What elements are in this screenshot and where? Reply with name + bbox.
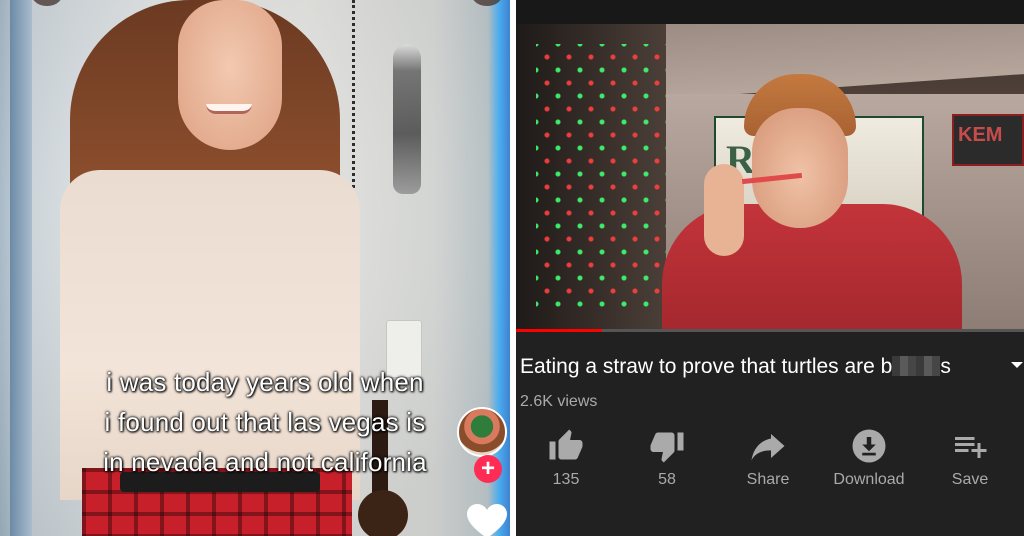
video-title-text-end: s [940, 355, 951, 378]
video-caption: i was today years old when i found out t… [50, 362, 480, 482]
sign-lettering: KEM [958, 124, 1003, 146]
caption-line: i was today years old when [106, 367, 424, 397]
heart-icon[interactable] [466, 504, 508, 536]
person-face [752, 108, 848, 228]
caption-line: in nevada and not california [103, 447, 427, 477]
dislike-count: 58 [658, 471, 676, 488]
action-bar: 135 58 Share Download Save [516, 428, 1024, 498]
youtube-panel: RS KEM Eating a straw to prove that turt… [516, 0, 1024, 536]
wall-sign: KEM [952, 114, 1024, 166]
save-icon [955, 437, 987, 458]
share-icon [751, 434, 785, 461]
share-label: Share [746, 471, 790, 488]
view-count: 2.6K views [520, 393, 598, 410]
person-smile [206, 104, 252, 114]
person-face [178, 0, 282, 150]
video-title: Eating a straw to prove that turtles are… [520, 352, 1000, 382]
person-hand [704, 164, 744, 256]
string-lights [536, 44, 666, 314]
thumbs-up-icon [549, 429, 583, 460]
hanging-vine [352, 0, 362, 200]
door-edge [10, 0, 32, 536]
download-icon [852, 429, 886, 463]
caption-line: i found out that las vegas is [104, 407, 426, 437]
video-player[interactable]: RS KEM [516, 24, 1024, 330]
download-label: Download [833, 471, 905, 488]
tiktok-video-panel[interactable]: i was today years old when i found out t… [0, 0, 510, 536]
top-bar [516, 0, 1024, 24]
thumbs-down-icon [650, 432, 684, 463]
save-label: Save [951, 471, 989, 488]
hanging-skeleton-decoration [393, 44, 421, 194]
follow-button[interactable]: + [474, 455, 502, 483]
video-progress-fill [516, 329, 603, 332]
download-button[interactable]: Download [819, 428, 919, 498]
video-progress-bar[interactable] [516, 329, 1024, 332]
video-title-text: Eating a straw to prove that turtles are… [520, 355, 893, 378]
share-button[interactable]: Share [718, 428, 818, 498]
censor-block [892, 356, 941, 376]
dislike-button[interactable]: 58 [617, 428, 717, 498]
save-button[interactable]: Save [920, 428, 1020, 498]
like-count: 135 [552, 471, 580, 488]
like-button[interactable]: 135 [516, 428, 616, 498]
guitar-body [358, 490, 408, 536]
creator-avatar[interactable] [457, 407, 507, 457]
chevron-down-icon[interactable] [1010, 358, 1024, 372]
